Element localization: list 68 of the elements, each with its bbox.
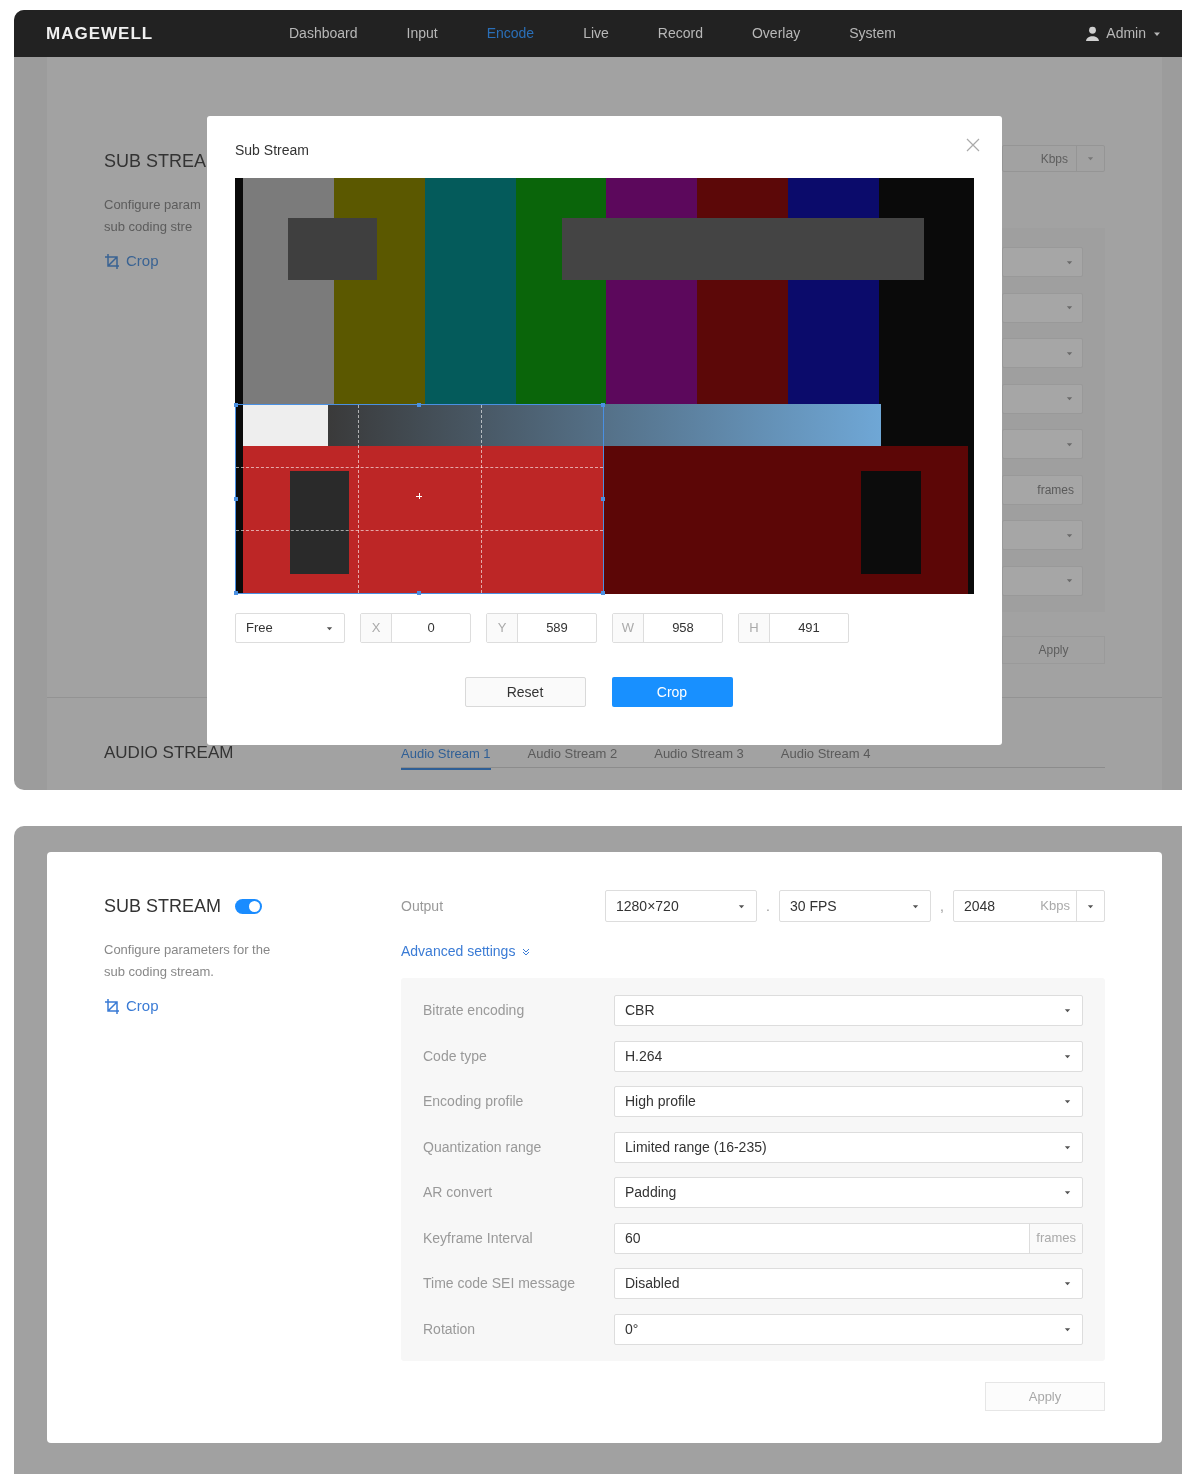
dropdown[interactable]: High profile — [614, 1086, 1083, 1117]
crop-icon — [104, 252, 121, 270]
nav-tab[interactable]: System — [849, 23, 896, 44]
field-label: Encoding profile — [423, 1092, 525, 1111]
crop-link[interactable]: Crop — [104, 995, 159, 1018]
dropdown-field[interactable] — [1002, 520, 1083, 550]
caret-icon — [1063, 1006, 1072, 1015]
dropdown-field[interactable] — [1002, 247, 1083, 277]
field-label: Output — [401, 896, 445, 916]
coordinate-field[interactable]: Y 589 — [486, 613, 597, 643]
field-label: AR convert — [423, 1183, 494, 1202]
coordinate-field[interactable]: W 958 — [612, 613, 723, 643]
user-icon — [1085, 26, 1101, 41]
nav-tab[interactable]: Live — [583, 23, 609, 44]
dropdown[interactable]: 1280×720 — [605, 890, 757, 922]
dropdown[interactable]: 0° — [614, 1313, 1083, 1345]
field-label: Time code SEI message — [423, 1274, 576, 1293]
dropdown[interactable]: 30 FPS — [779, 890, 931, 922]
caret-icon — [1065, 303, 1074, 312]
dropdown-field[interactable] — [1002, 565, 1083, 596]
separator-text: . — [765, 896, 771, 916]
dropdown[interactable]: H.264 — [614, 1040, 1083, 1072]
description-text: Configure parameters for the sub coding stream. — [104, 941, 272, 981]
dropdown-field[interactable] — [1002, 383, 1083, 414]
field-label: Quantization range — [423, 1137, 543, 1157]
crop-icon — [104, 997, 121, 1015]
dropdown[interactable]: Disabled — [614, 1268, 1083, 1299]
separator-text: , — [939, 896, 945, 916]
caret-icon — [1063, 1279, 1072, 1288]
dropdown[interactable]: Limited range (16-235) — [614, 1131, 1083, 1163]
dropdown-field[interactable] — [1002, 338, 1083, 368]
close-icon — [966, 138, 980, 152]
dropdown-field[interactable] — [1002, 292, 1083, 323]
caret-icon — [1086, 154, 1095, 163]
user-menu[interactable]: Admin — [1085, 23, 1162, 44]
description-text: sub coding stre — [104, 218, 194, 236]
coordinate-field[interactable]: H 491 — [738, 613, 849, 643]
input-field[interactable]: 60 frames — [614, 1222, 1083, 1254]
field-label: Code type — [423, 1046, 488, 1066]
nav-tab[interactable]: Input — [406, 23, 438, 44]
dropdown[interactable]: Padding — [614, 1177, 1083, 1208]
section-title: AUDIO STREAM — [104, 742, 235, 764]
crop-selection[interactable] — [235, 404, 604, 594]
dialog-title: Sub Stream — [235, 140, 309, 160]
coordinate-field[interactable]: X 0 — [360, 613, 471, 643]
caret-icon — [1063, 1097, 1072, 1106]
reset-button[interactable]: Reset — [464, 677, 586, 707]
caret-icon — [1065, 394, 1074, 403]
aspect-dropdown[interactable]: Free — [235, 613, 345, 643]
close-button[interactable] — [966, 138, 980, 152]
nav-tab[interactable]: Record — [657, 23, 703, 44]
nav-tab[interactable]: Dashboard — [289, 23, 358, 44]
bitrate-field[interactable]: 2048 Kbps — [953, 890, 1105, 922]
advanced-settings-link[interactable]: Advanced settings — [401, 941, 532, 962]
description-text: Configure param — [104, 196, 202, 214]
nav-tab[interactable]: Overlay — [751, 23, 801, 44]
caret-icon — [1063, 1188, 1072, 1197]
section-title: SUB STREAM — [104, 895, 222, 918]
toggle-switch[interactable] — [235, 899, 263, 914]
double-chevron-icon — [521, 946, 532, 957]
dropdown-field[interactable] — [1002, 429, 1083, 459]
field-label: Bitrate encoding — [423, 1001, 526, 1020]
logo: MAGEWELL — [46, 22, 155, 45]
field-label: Keyframe Interval — [423, 1228, 534, 1248]
dropdown[interactable]: CBR — [614, 995, 1083, 1026]
caret-icon — [1065, 576, 1074, 585]
field-label: Rotation — [423, 1319, 477, 1339]
section-title: SUB STREA — [104, 150, 207, 173]
